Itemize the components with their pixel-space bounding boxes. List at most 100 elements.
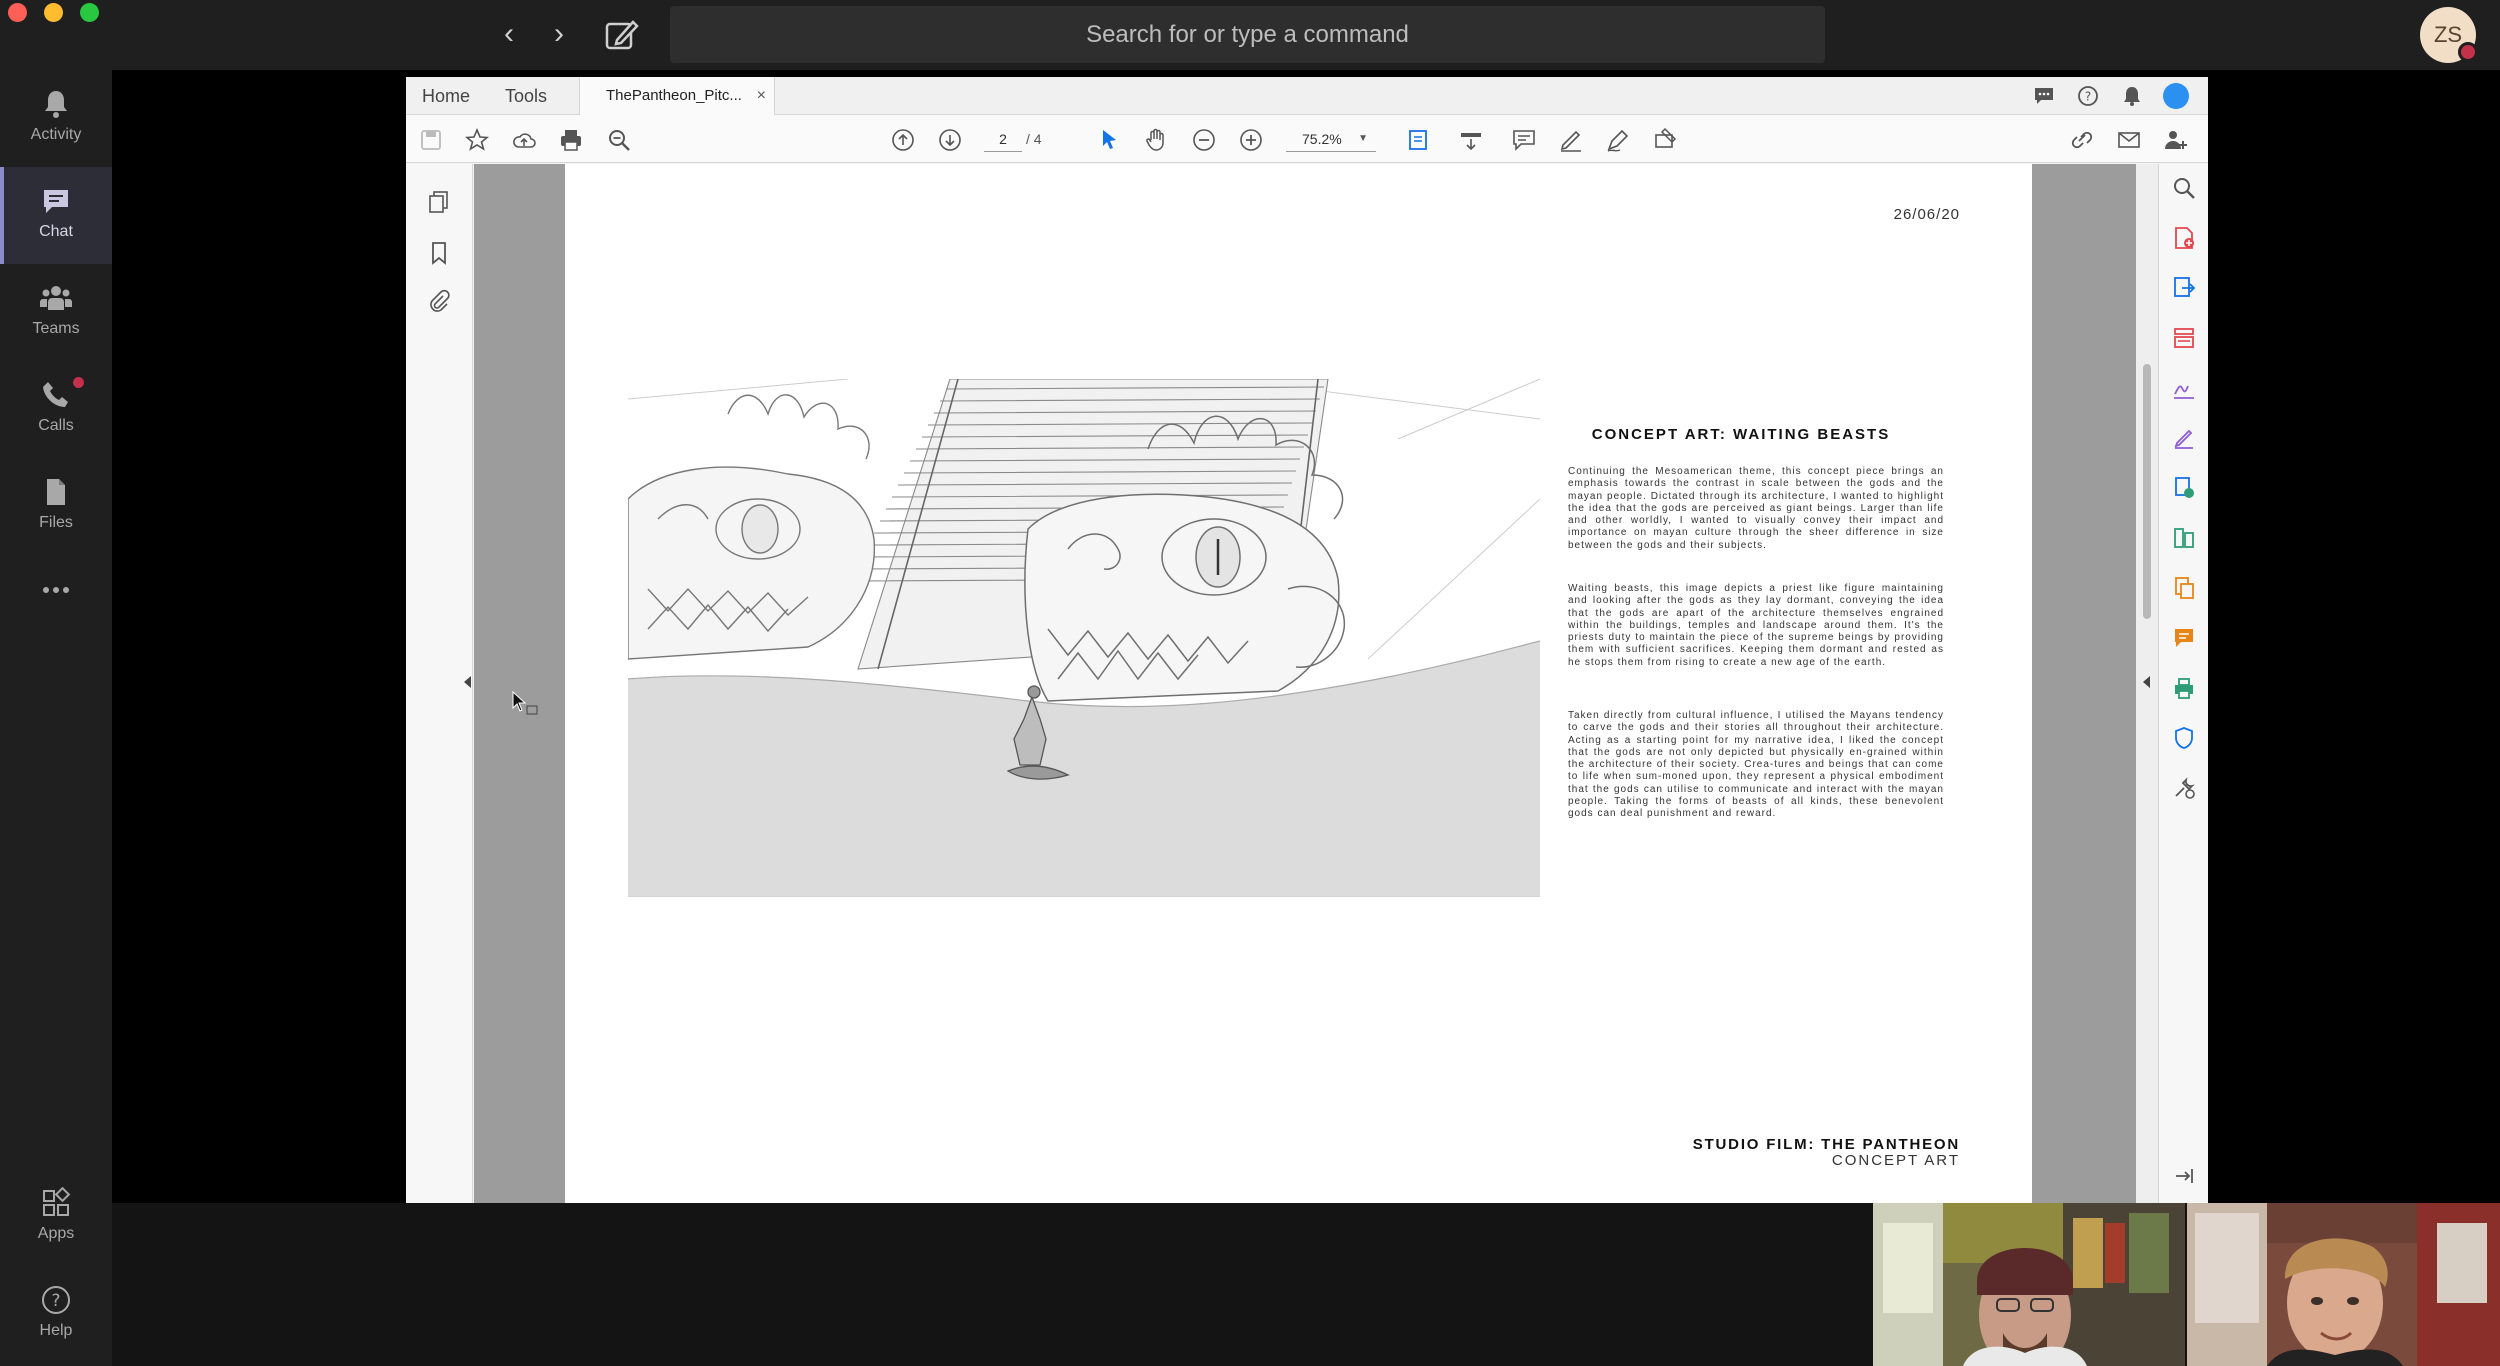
draw-icon[interactable] — [1605, 127, 1631, 153]
more-tools-icon[interactable] — [2172, 776, 2196, 800]
scroll-mode-icon[interactable] — [1458, 127, 1484, 153]
paragraph: Continuing the Mesoamerican theme, this … — [1568, 466, 1944, 551]
email-icon[interactable] — [2116, 127, 2142, 153]
page-thumbnails-icon[interactable] — [428, 190, 450, 214]
paragraph: Waiting beasts, this image depicts a pri… — [1568, 583, 1944, 668]
search-tool-icon[interactable] — [2172, 176, 2196, 200]
rail-item-apps[interactable]: Apps — [0, 1169, 112, 1266]
save-icon[interactable] — [418, 127, 444, 153]
notification-bell-icon[interactable] — [2121, 85, 2143, 107]
protect-shield-icon[interactable] — [2172, 726, 2196, 750]
compose-icon[interactable] — [603, 18, 639, 52]
combine-files-icon[interactable] — [2172, 576, 2196, 600]
tab-home[interactable]: Home — [422, 77, 470, 115]
bell-icon — [45, 91, 67, 118]
upload-cloud-icon[interactable] — [511, 127, 537, 153]
rail-label: Teams — [32, 320, 80, 337]
rail-item-files[interactable]: Files — [0, 458, 112, 555]
svg-text:?: ? — [51, 1291, 60, 1311]
file-icon — [47, 479, 65, 505]
forward-arrow-icon[interactable]: › — [544, 18, 574, 50]
rail-item-more[interactable] — [0, 555, 112, 652]
comment-tool-icon[interactable] — [1511, 127, 1537, 153]
tab-tools[interactable]: Tools — [505, 77, 547, 115]
rail-label: Calls — [38, 417, 74, 434]
help-icon[interactable]: ? — [2077, 85, 2099, 107]
scan-ocr-icon[interactable] — [2172, 476, 2196, 500]
next-page-icon[interactable] — [937, 127, 963, 153]
participant-video-1[interactable] — [1873, 1203, 2185, 1366]
zoom-in-icon[interactable] — [1238, 127, 1264, 153]
document-date: 26/06/20 — [1893, 206, 1960, 223]
bookmark-icon[interactable] — [430, 241, 448, 265]
star-icon[interactable] — [464, 127, 490, 153]
share-link-icon[interactable] — [2069, 127, 2095, 153]
rail-label: Activity — [30, 126, 82, 143]
add-user-icon[interactable] — [2163, 127, 2189, 153]
account-avatar-icon[interactable] — [2163, 83, 2189, 109]
close-tab-icon[interactable]: × — [757, 77, 766, 115]
chat-icon — [44, 190, 68, 213]
request-signature-icon[interactable] — [2172, 426, 2196, 450]
rail-item-help[interactable]: ? Help — [0, 1266, 112, 1363]
export-pdf-icon[interactable] — [2172, 276, 2196, 300]
comment-tool-icon[interactable] — [2172, 626, 2196, 650]
acrobat-tab-bar: Home Tools ThePantheon_Pitc... × ? — [406, 77, 2208, 116]
rail-label: Apps — [37, 1225, 75, 1242]
navigation-pane — [406, 164, 473, 1203]
back-arrow-icon[interactable]: ‹ — [494, 18, 524, 50]
participant-video-2[interactable] — [2187, 1203, 2500, 1366]
rail-item-teams[interactable]: Teams — [0, 264, 112, 361]
concept-art-image — [628, 379, 1540, 897]
expand-right-pane-icon[interactable] — [2143, 676, 2150, 688]
paragraph: Taken directly from cultural influence, … — [1568, 710, 1944, 820]
window-minimize-button[interactable] — [44, 3, 63, 22]
print-production-icon[interactable] — [2172, 676, 2196, 700]
page-number-input[interactable]: 2 — [984, 126, 1022, 152]
zoom-level-select[interactable]: 75.2% ▼ — [1286, 126, 1376, 152]
fill-sign-icon[interactable] — [2172, 376, 2196, 400]
apps-icon — [43, 1187, 71, 1216]
find-zoom-icon[interactable] — [606, 127, 632, 153]
hand-tool-icon[interactable] — [1143, 127, 1169, 153]
section-heading: CONCEPT ART: WAITING BEASTS — [1591, 426, 1891, 443]
create-pdf-icon[interactable] — [2172, 226, 2196, 250]
teams-title-bar: ‹ › Search for or type a command ZS — [0, 0, 2500, 70]
teams-icon — [40, 286, 72, 310]
document-tab-label: ThePantheon_Pitc... — [606, 87, 742, 104]
rail-item-calls[interactable]: Calls — [0, 361, 112, 458]
notification-badge — [73, 377, 84, 388]
attachment-icon[interactable] — [428, 289, 450, 313]
page-total: / 4 — [1026, 131, 1042, 147]
rail-label: Help — [39, 1322, 73, 1339]
tools-pane — [2143, 164, 2208, 1203]
collapse-panel-icon[interactable] — [2173, 1166, 2195, 1186]
scrollbar-thumb[interactable] — [2143, 364, 2151, 619]
rail-label: Chat — [39, 223, 73, 240]
pdf-page: 26/06/20 CONCEPT ART: WAITING BEASTS Con… — [565, 164, 2032, 1203]
search-input[interactable]: Search for or type a command — [670, 6, 1825, 63]
organize-pages-icon[interactable] — [2172, 526, 2196, 550]
highlight-pen-icon[interactable] — [1558, 127, 1584, 153]
window-close-button[interactable] — [8, 3, 27, 22]
help-icon: ? — [42, 1286, 70, 1314]
footer-subtitle: CONCEPT ART — [1831, 1152, 1960, 1169]
document-canvas[interactable]: 26/06/20 CONCEPT ART: WAITING BEASTS Con… — [464, 164, 2136, 1203]
rail-item-chat[interactable]: Chat — [0, 167, 112, 264]
select-cursor-icon[interactable] — [1096, 127, 1122, 153]
chevron-down-icon: ▼ — [1358, 133, 1368, 144]
screen: ‹ › Search for or type a command ZS Acti… — [0, 0, 2500, 1366]
collapse-left-pane-icon[interactable] — [464, 676, 471, 688]
fit-page-icon[interactable] — [1406, 127, 1432, 153]
comment-icon[interactable] — [2033, 85, 2055, 107]
rail-item-activity[interactable]: Activity — [0, 70, 112, 167]
print-icon[interactable] — [558, 127, 584, 153]
stamp-edit-icon[interactable] — [1652, 127, 1678, 153]
zoom-out-icon[interactable] — [1191, 127, 1217, 153]
footer-title: STUDIO FILM: THE PANTHEON — [1692, 1136, 1960, 1153]
edit-pdf-icon[interactable] — [2172, 326, 2196, 350]
window-zoom-button[interactable] — [80, 3, 99, 22]
tab-document[interactable]: ThePantheon_Pitc... × — [579, 77, 775, 116]
previous-page-icon[interactable] — [890, 127, 916, 153]
teams-app-bar: Activity Chat Teams Calls Files Apps ? H… — [0, 70, 112, 1366]
